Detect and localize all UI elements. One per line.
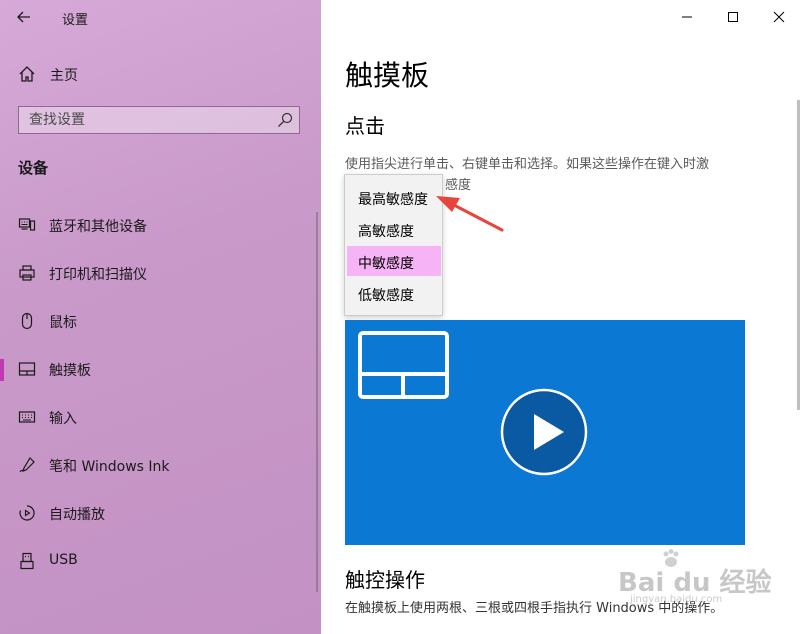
- sensitivity-dropdown-list[interactable]: 最高敏感度 高敏感度 中敏感度 低敏感度: [344, 174, 443, 316]
- main-scrollbar[interactable]: [797, 100, 800, 410]
- sidebar: 设置 主页 设备 蓝牙和其他设备 打印机和扫描仪: [0, 0, 321, 634]
- usb-icon: [20, 552, 34, 570]
- sidebar-item-typing[interactable]: 输入: [0, 397, 321, 437]
- touchpad-icon: [18, 362, 36, 376]
- taps-description-line1: 使用指尖进行单击、右键单击和选择。如果这些操作在键入时激: [345, 157, 710, 172]
- taps-section-title: 点击: [345, 114, 385, 138]
- minimize-icon: [682, 16, 692, 18]
- search-box[interactable]: [18, 106, 300, 134]
- maximize-button[interactable]: [710, 0, 756, 34]
- sidebar-scrollbar[interactable]: [316, 212, 318, 592]
- annotation-arrow-icon: [436, 196, 504, 232]
- sidebar-item-label: 打印机和扫描仪: [49, 267, 147, 283]
- sensitivity-option-low[interactable]: 低敏感度: [347, 278, 441, 308]
- play-button[interactable]: [500, 388, 588, 476]
- sidebar-item-label: 输入: [49, 411, 77, 427]
- watermark-subtext: jingyan.baidu.com: [630, 594, 723, 605]
- sidebar-item-label: USB: [49, 552, 78, 568]
- back-button[interactable]: [10, 5, 38, 29]
- nav-home[interactable]: 主页: [0, 58, 321, 90]
- sidebar-item-printers[interactable]: 打印机和扫描仪: [0, 253, 321, 293]
- sensitivity-option-label: 高敏感度: [358, 224, 414, 240]
- search-input[interactable]: [19, 107, 279, 133]
- bluetooth-devices-icon: [18, 218, 36, 231]
- maximize-icon: [728, 12, 738, 22]
- baidu-watermark: Bai du 经验 jingyan.baidu.com: [612, 548, 772, 608]
- sensitivity-option-label: 最高敏感度: [358, 192, 428, 208]
- app-title: 设置: [62, 13, 89, 28]
- sidebar-item-autoplay[interactable]: 自动播放: [0, 493, 321, 533]
- sidebar-item-label: 触摸板: [49, 363, 91, 379]
- play-icon: [500, 388, 588, 476]
- sidebar-item-label: 笔和 Windows Ink: [49, 459, 170, 475]
- section-title: 设备: [18, 159, 49, 177]
- sensitivity-option-high[interactable]: 高敏感度: [347, 214, 441, 244]
- sidebar-item-label: 蓝牙和其他设备: [49, 219, 147, 235]
- touchpad-video[interactable]: [345, 320, 745, 545]
- printer-icon: [19, 265, 35, 281]
- close-button[interactable]: [756, 0, 802, 34]
- sidebar-item-touchpad[interactable]: 触摸板: [0, 349, 321, 389]
- title-bar: 设置: [0, 0, 321, 34]
- nav-home-label: 主页: [50, 68, 78, 84]
- sidebar-item-pen[interactable]: 笔和 Windows Ink: [0, 445, 321, 485]
- sidebar-item-bluetooth[interactable]: 蓝牙和其他设备: [0, 205, 321, 245]
- pen-icon: [19, 457, 35, 473]
- touchpad-illustration-icon: [358, 331, 449, 399]
- minimize-button[interactable]: [664, 0, 710, 34]
- sidebar-item-usb[interactable]: USB: [0, 541, 321, 581]
- keyboard-icon: [18, 411, 36, 423]
- sensitivity-option-most[interactable]: 最高敏感度: [347, 182, 441, 212]
- back-arrow-icon: [17, 11, 30, 23]
- search-icon[interactable]: [277, 112, 293, 128]
- page-title: 触摸板: [345, 59, 430, 92]
- sidebar-item-mouse[interactable]: 鼠标: [0, 301, 321, 341]
- sensitivity-option-medium[interactable]: 中敏感度: [347, 246, 441, 276]
- sidebar-item-label: 自动播放: [49, 507, 105, 523]
- sensitivity-option-label: 低敏感度: [358, 288, 414, 304]
- autoplay-icon: [19, 505, 35, 521]
- sidebar-item-label: 鼠标: [49, 315, 77, 331]
- mouse-icon: [21, 312, 33, 330]
- sensitivity-option-label: 中敏感度: [358, 256, 414, 272]
- home-icon: [19, 66, 35, 82]
- gestures-section-title: 触控操作: [345, 568, 425, 592]
- close-icon: [773, 11, 785, 23]
- active-indicator: [0, 359, 4, 381]
